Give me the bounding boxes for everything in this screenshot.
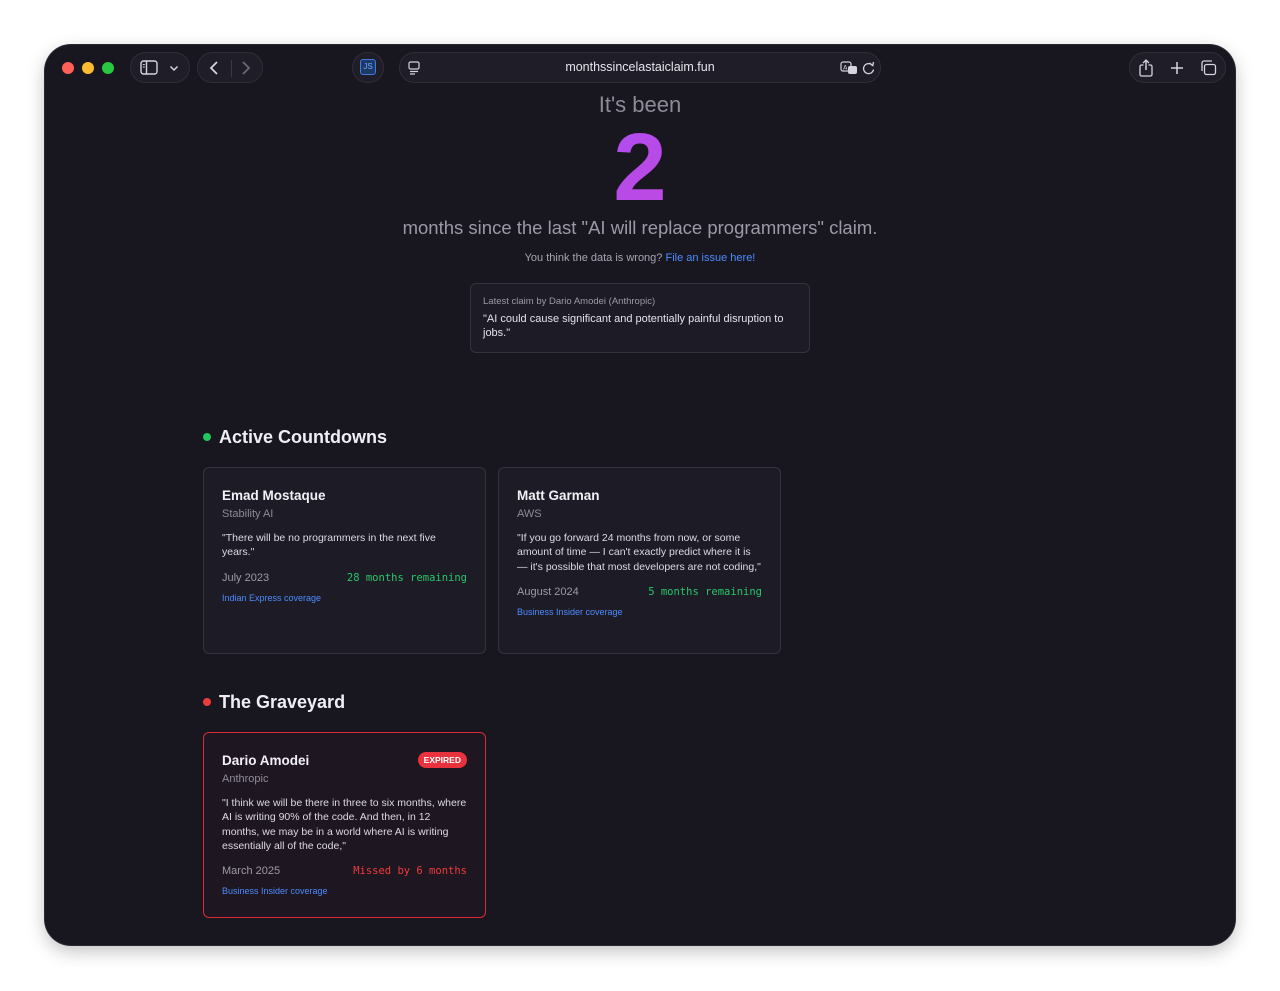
countdown-card: Emad Mostaque Stability AI "There will b… [203, 467, 486, 654]
months-count: 2 [45, 113, 1235, 223]
zoom-window-button[interactable] [102, 62, 114, 74]
expired-badge: EXPIRED [417, 752, 467, 768]
new-tab-plus-icon[interactable] [1170, 61, 1184, 75]
claim-quote: "There will be no programmers in the nex… [222, 532, 436, 559]
minimize-window-button[interactable] [82, 62, 94, 74]
file-issue-link[interactable]: File an issue here! [665, 252, 755, 264]
address-bar[interactable]: monthssincelastaiclaim.fun A [399, 52, 881, 83]
graveyard-status-dot [203, 698, 211, 706]
claimant-org: AWS [517, 508, 542, 520]
close-window-button[interactable] [62, 62, 74, 74]
chevron-down-icon[interactable] [169, 65, 179, 72]
countdown-card: Matt Garman AWS "If you go forward 24 mo… [498, 467, 781, 654]
coverage-link[interactable]: Indian Express coverage [222, 593, 467, 603]
claim-quote: "I think we will be there in three to si… [222, 797, 467, 852]
active-countdowns-heading: Active Countdowns [203, 427, 387, 448]
active-countdowns-title: Active Countdowns [219, 427, 388, 447]
graveyard-heading: The Graveyard [203, 692, 345, 713]
latest-claim-quote: "AI could cause significant and potentia… [483, 313, 784, 339]
missed-by: Missed by 6 months [353, 865, 467, 878]
claimant-org: Stability AI [222, 508, 274, 520]
nav-divider [231, 60, 232, 77]
svg-text:A: A [843, 64, 848, 72]
coverage-link[interactable]: Business Insider coverage [517, 607, 762, 617]
months-remaining: 5 months remaining [648, 585, 762, 598]
data-wrong-text: You think the data is wrong? [524, 252, 663, 264]
latest-claim-card: Latest claim by Dario Amodei (Anthropic)… [470, 283, 810, 353]
reload-icon[interactable] [862, 61, 875, 75]
coverage-link[interactable]: Business Insider coverage [222, 886, 467, 896]
navigation-buttons [197, 52, 263, 83]
expired-claim-card: Dario Amodei EXPIRED Anthropic "I think … [203, 732, 486, 918]
data-wrong-note: You think the data is wrong? File an iss… [45, 252, 1235, 264]
claim-quote: "If you go forward 24 months from now, o… [517, 532, 761, 573]
window-actions [1129, 52, 1226, 83]
back-arrow-icon[interactable] [208, 60, 220, 76]
js-extension-icon: JS [360, 59, 376, 75]
claim-date: March 2025 [222, 865, 281, 878]
claim-date: August 2024 [517, 585, 579, 598]
translate-icon[interactable]: A [840, 61, 858, 75]
tab-overview-icon[interactable] [1200, 60, 1217, 76]
latest-claim-label: Latest claim by Dario Amodei (Anthropic) [483, 296, 656, 307]
share-icon[interactable] [1138, 59, 1154, 77]
sidebar-toggle-button[interactable] [130, 52, 190, 83]
graveyard-title: The Graveyard [219, 692, 346, 712]
sidebar-icon [140, 60, 158, 75]
hero-headline: months since the last "AI will replace p… [402, 217, 878, 238]
url-text: monthssincelastaiclaim.fun [565, 60, 715, 74]
months-remaining: 28 months remaining [346, 571, 467, 584]
claimant-org: Anthropic [222, 773, 269, 785]
browser-window: JS monthssincelastaiclaim.fun A It's bee… [45, 45, 1235, 945]
js-extension-button[interactable]: JS [352, 52, 384, 83]
claim-date: July 2023 [222, 571, 270, 584]
forward-arrow-icon[interactable] [240, 60, 252, 76]
active-status-dot [203, 433, 211, 441]
claimant-name: Matt Garman [517, 488, 600, 503]
claimant-name: Emad Mostaque [222, 488, 326, 503]
